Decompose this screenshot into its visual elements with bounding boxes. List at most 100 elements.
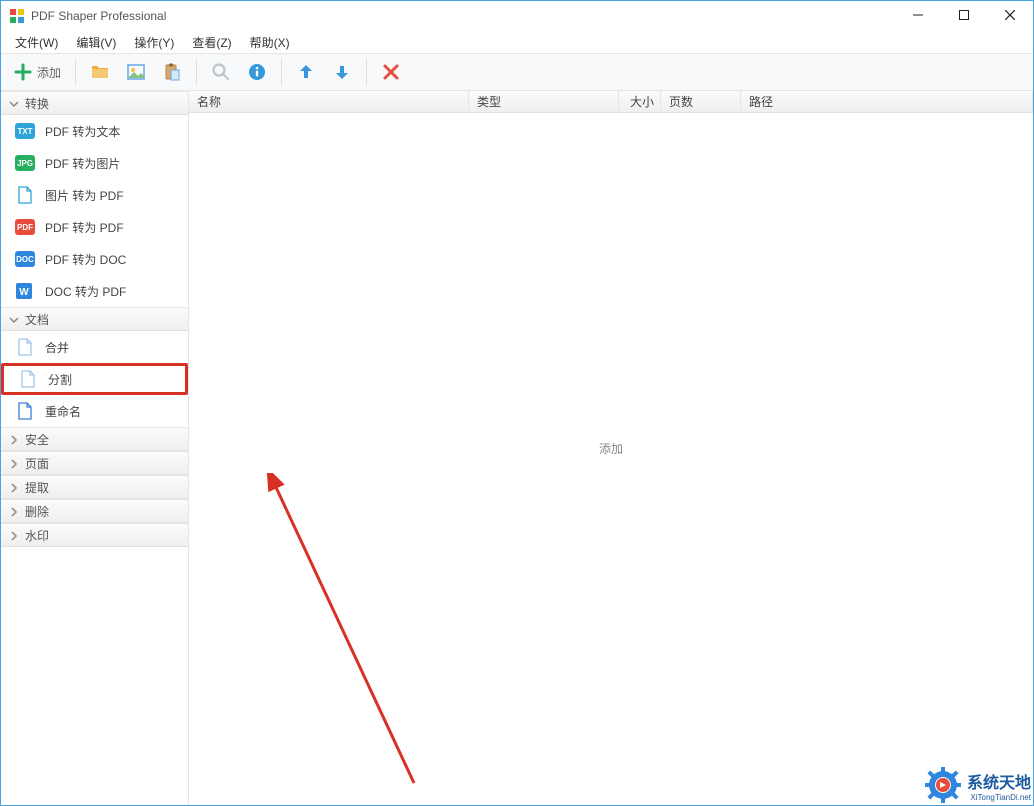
menu-help[interactable]: 帮助(X) xyxy=(244,32,296,53)
toolbar-down-button[interactable] xyxy=(326,57,358,87)
sidebar-group-extract[interactable]: 提取 xyxy=(1,475,188,499)
sidebar-group-label: 页面 xyxy=(25,455,49,472)
toolbar-delete-button[interactable] xyxy=(375,57,407,87)
file-icon: JPG xyxy=(15,154,35,172)
arrow-down-icon xyxy=(332,62,352,82)
toolbar-separator xyxy=(281,59,282,85)
sidebar-item-pdf2txt[interactable]: TXT PDF 转为文本 xyxy=(1,115,188,147)
sidebar-group-pages[interactable]: 页面 xyxy=(1,451,188,475)
gear-icon xyxy=(925,767,961,803)
arrow-up-icon xyxy=(296,62,316,82)
menu-view[interactable]: 查看(Z) xyxy=(186,32,237,53)
chevron-right-icon xyxy=(9,506,19,516)
sidebar: 转换TXTPDF 转为文本JPGPDF 转为图片图片 转为 PDFPDFPDF … xyxy=(1,91,189,805)
sidebar-item-label: PDF 转为图片 xyxy=(45,155,120,172)
close-button[interactable] xyxy=(987,1,1033,29)
toolbar-image-button[interactable] xyxy=(120,57,152,87)
sidebar-item-split[interactable]: 分割 xyxy=(1,363,188,395)
watermark-text: 系统天地 XiTongTianDi.net xyxy=(967,769,1031,802)
annotation-arrow xyxy=(264,473,424,793)
file-icon xyxy=(18,370,38,388)
sidebar-item-label: DOC 转为 PDF xyxy=(45,283,126,300)
file-icon xyxy=(15,338,35,356)
watermark-sub: XiTongTianDi.net xyxy=(967,793,1031,802)
watermark-logo: 系统天地 XiTongTianDi.net xyxy=(925,767,1031,803)
sidebar-item-merge[interactable]: 合并 xyxy=(1,331,188,363)
menubar: 文件(W) 编辑(V) 操作(Y) 查看(Z) 帮助(X) xyxy=(1,31,1033,53)
sidebar-item-label: 分割 xyxy=(48,371,72,388)
col-size[interactable]: 大小 xyxy=(619,91,661,112)
sidebar-group-label: 水印 xyxy=(25,527,49,544)
watermark-main: 系统天地 xyxy=(967,769,1031,793)
app-icon xyxy=(9,8,25,24)
toolbar-folder-button[interactable] xyxy=(84,57,116,87)
menu-file[interactable]: 文件(W) xyxy=(9,32,64,53)
close-icon xyxy=(381,62,401,82)
toolbar-paste-button[interactable] xyxy=(156,57,188,87)
clipboard-icon xyxy=(162,62,182,82)
sidebar-group-convert[interactable]: 转换 xyxy=(1,91,188,115)
file-icon xyxy=(15,186,35,204)
toolbar-add-label: 添加 xyxy=(37,64,61,81)
toolbar: 添加 xyxy=(1,53,1033,91)
chevron-right-icon xyxy=(9,482,19,492)
toolbar-separator xyxy=(366,59,367,85)
chevron-down-icon xyxy=(9,314,19,324)
sidebar-group-label: 安全 xyxy=(25,431,49,448)
sidebar-group-doc[interactable]: 文档 xyxy=(1,307,188,331)
sidebar-item-label: PDF 转为 PDF xyxy=(45,219,124,236)
toolbar-info-button[interactable] xyxy=(241,57,273,87)
titlebar: PDF Shaper Professional xyxy=(1,1,1033,31)
sidebar-item-pdf2pdf[interactable]: PDF PDF 转为 PDF xyxy=(1,211,188,243)
window-controls xyxy=(895,1,1033,31)
sidebar-item-doc2pdf[interactable]: W DOC 转为 PDF xyxy=(1,275,188,307)
folder-icon xyxy=(90,62,110,82)
minimize-button[interactable] xyxy=(895,1,941,29)
sidebar-group-label: 转换 xyxy=(25,95,49,112)
info-icon xyxy=(247,62,267,82)
menu-edit[interactable]: 编辑(V) xyxy=(70,32,122,53)
chevron-right-icon xyxy=(9,458,19,468)
file-icon: TXT xyxy=(15,122,35,140)
sidebar-item-label: 合并 xyxy=(45,339,69,356)
column-headers: 名称 类型 大小 页数 路径 xyxy=(189,91,1033,113)
toolbar-separator xyxy=(196,59,197,85)
sidebar-item-rename[interactable]: 重命名 xyxy=(1,395,188,427)
toolbar-search-button[interactable] xyxy=(205,57,237,87)
col-path[interactable]: 路径 xyxy=(741,91,1033,112)
sidebar-group-delete[interactable]: 删除 xyxy=(1,499,188,523)
sidebar-item-pdf2img[interactable]: JPG PDF 转为图片 xyxy=(1,147,188,179)
sidebar-item-pdf2doc[interactable]: DOCPDF 转为 DOC xyxy=(1,243,188,275)
file-icon: DOC xyxy=(15,250,35,268)
col-type[interactable]: 类型 xyxy=(469,91,619,112)
sidebar-group-label: 文档 xyxy=(25,311,49,328)
app-title: PDF Shaper Professional xyxy=(31,9,895,23)
toolbar-up-button[interactable] xyxy=(290,57,322,87)
maximize-button[interactable] xyxy=(941,1,987,29)
sidebar-item-label: 图片 转为 PDF xyxy=(45,187,124,204)
sidebar-group-security[interactable]: 安全 xyxy=(1,427,188,451)
body: 转换TXTPDF 转为文本JPGPDF 转为图片图片 转为 PDFPDFPDF … xyxy=(1,91,1033,805)
sidebar-item-label: PDF 转为文本 xyxy=(45,123,120,140)
chevron-right-icon xyxy=(9,530,19,540)
col-pages[interactable]: 页数 xyxy=(661,91,741,112)
empty-hint: 添加 xyxy=(189,91,1033,805)
sidebar-group-watermark[interactable]: 水印 xyxy=(1,523,188,547)
file-icon: W xyxy=(15,282,35,300)
sidebar-item-img2pdf[interactable]: 图片 转为 PDF xyxy=(1,179,188,211)
file-icon: PDF xyxy=(15,218,35,236)
file-icon xyxy=(15,402,35,420)
toolbar-add-button[interactable]: 添加 xyxy=(7,57,67,87)
plus-icon xyxy=(13,62,33,82)
image-icon xyxy=(126,62,146,82)
app-window: PDF Shaper Professional 文件(W) 编辑(V) 操作(Y… xyxy=(0,0,1034,806)
col-name[interactable]: 名称 xyxy=(189,91,469,112)
toolbar-separator xyxy=(75,59,76,85)
chevron-down-icon xyxy=(9,98,19,108)
svg-text:W: W xyxy=(19,287,29,298)
chevron-right-icon xyxy=(9,434,19,444)
sidebar-item-label: 重命名 xyxy=(45,403,81,420)
menu-action[interactable]: 操作(Y) xyxy=(128,32,180,53)
sidebar-group-label: 删除 xyxy=(25,503,49,520)
search-icon xyxy=(211,62,231,82)
